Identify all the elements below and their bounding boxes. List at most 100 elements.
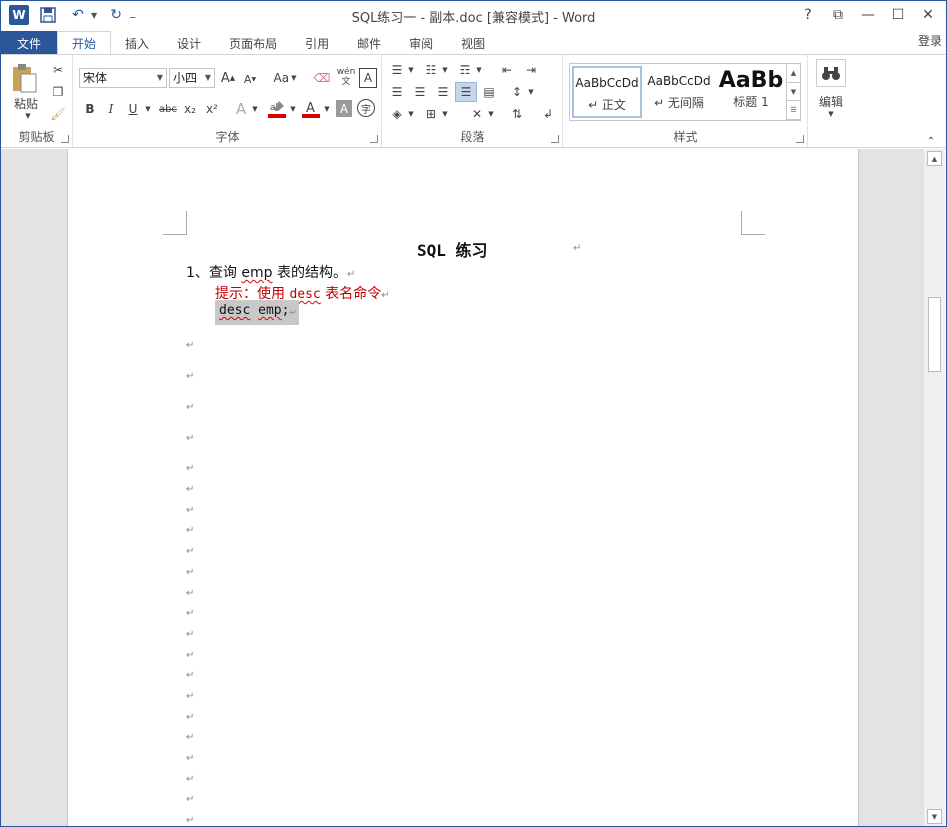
align-center-icon[interactable]: ☰: [410, 83, 430, 101]
font-color-icon[interactable]: A: [300, 98, 322, 120]
font-color-dropdown-icon[interactable]: ▼: [322, 99, 332, 119]
editing-dropdown-icon[interactable]: ▼: [826, 109, 836, 119]
justify-icon[interactable]: ☰: [455, 82, 477, 102]
format-painter-icon[interactable]: 🖌: [49, 105, 67, 123]
maximize-button[interactable]: ☐: [886, 4, 910, 26]
list-item-1[interactable]: 1、查询 emp 表的结构。↵: [186, 262, 355, 282]
bullets-icon[interactable]: ☰: [387, 61, 407, 79]
vertical-scrollbar[interactable]: ▲ ▼: [923, 149, 945, 826]
paragraph-mark: ↵: [186, 670, 195, 681]
style-normal-name: ↵ 正文: [588, 98, 626, 112]
tab-view[interactable]: 视图: [447, 31, 499, 55]
bold-button[interactable]: B: [81, 99, 99, 119]
font-name-combo[interactable]: 宋体 ▼: [79, 68, 167, 88]
gallery-up-icon[interactable]: ▲: [787, 64, 800, 83]
tab-insert[interactable]: 插入: [111, 31, 163, 55]
close-button[interactable]: ✕: [916, 4, 940, 26]
shading-icon[interactable]: ◈: [387, 105, 407, 123]
shrink-font-icon[interactable]: A ▼: [242, 70, 258, 88]
text-effects-icon[interactable]: A: [232, 99, 250, 119]
line-spacing-icon[interactable]: ↕: [507, 83, 527, 101]
multilevel-list-icon[interactable]: ☶: [455, 61, 475, 79]
paste-label[interactable]: 粘贴: [11, 95, 41, 111]
cut-icon[interactable]: ✂: [49, 61, 67, 79]
scroll-up-icon[interactable]: ▲: [927, 151, 942, 166]
show-formatting-icon[interactable]: ↲: [539, 105, 557, 123]
tab-mailings[interactable]: 邮件: [343, 31, 395, 55]
chevron-down-icon: ▼: [156, 73, 163, 82]
code-line[interactable]: desc emp;↵: [215, 300, 300, 325]
enclose-characters-icon[interactable]: 字: [357, 99, 375, 117]
change-case-button[interactable]: Aa ▼: [270, 68, 300, 88]
editing-label[interactable]: 编辑: [813, 93, 849, 109]
decrease-indent-icon[interactable]: ⇤: [497, 61, 517, 79]
paragraph-mark: ↵: [186, 463, 195, 474]
line-spacing-dropdown-icon[interactable]: ▼: [527, 85, 535, 99]
styles-launcher-icon[interactable]: [796, 135, 804, 143]
sign-in-link[interactable]: 登录: [918, 32, 942, 49]
scroll-down-icon[interactable]: ▼: [927, 809, 942, 824]
chinese-layout-icon[interactable]: ✕: [467, 105, 487, 123]
highlight-color-icon[interactable]: ab: [266, 98, 288, 120]
superscript-button[interactable]: x²: [202, 99, 222, 119]
scroll-thumb[interactable]: [928, 297, 941, 372]
highlight-dropdown-icon[interactable]: ▼: [288, 99, 298, 119]
binoculars-icon[interactable]: [816, 59, 846, 87]
align-left-icon[interactable]: ☰: [387, 83, 407, 101]
clear-formatting-icon[interactable]: ⌫: [312, 68, 332, 88]
style-no-spacing[interactable]: AaBbCcDd ↵ 无间隔: [644, 66, 714, 118]
minimize-button[interactable]: —: [856, 4, 880, 26]
gallery-more-icon[interactable]: ☰: [787, 101, 800, 121]
borders-dropdown-icon[interactable]: ▼: [441, 107, 449, 121]
gallery-down-icon[interactable]: ▼: [787, 83, 800, 102]
chevron-down-icon: ▼: [204, 73, 211, 82]
chinese-layout-dropdown-icon[interactable]: ▼: [487, 107, 495, 121]
clipboard-launcher-icon[interactable]: [61, 135, 69, 143]
paragraph-mark: ↵: [186, 753, 195, 764]
character-shading-icon[interactable]: A: [336, 100, 352, 117]
numbering-dropdown-icon[interactable]: ▼: [441, 63, 449, 77]
document-title[interactable]: SQL 练习: [417, 237, 488, 261]
shading-dropdown-icon[interactable]: ▼: [407, 107, 415, 121]
strikethrough-button[interactable]: abc: [157, 99, 179, 119]
align-right-icon[interactable]: ☰: [433, 83, 453, 101]
grow-font-icon[interactable]: A ▲: [220, 68, 236, 88]
font-group: 宋体 ▼ 小四 ▼ A ▲ A ▼ Aa ▼ ⌫ wén 文 A B I U ▼ abc x…: [74, 55, 382, 147]
tab-references[interactable]: 引用: [291, 31, 343, 55]
font-size-combo[interactable]: 小四 ▼: [169, 68, 215, 88]
phonetic-guide-icon[interactable]: wén 文: [335, 65, 357, 89]
italic-button[interactable]: I: [102, 99, 120, 119]
numbering-icon[interactable]: ☷: [421, 61, 441, 79]
list-item-text-c: 表的结构。: [272, 265, 347, 281]
distributed-icon[interactable]: ▤: [479, 83, 499, 101]
paragraph-launcher-icon[interactable]: [551, 135, 559, 143]
bullets-dropdown-icon[interactable]: ▼: [407, 63, 415, 77]
text-effects-dropdown-icon[interactable]: ▼: [250, 99, 260, 119]
paste-dropdown-icon[interactable]: ▼: [23, 111, 33, 121]
sort-icon[interactable]: ⇅: [507, 105, 527, 123]
style-normal[interactable]: AaBbCcDd ↵ 正文: [572, 66, 642, 118]
help-button[interactable]: ?: [796, 4, 820, 26]
font-launcher-icon[interactable]: [370, 135, 378, 143]
tab-page-layout[interactable]: 页面布局: [215, 31, 291, 55]
increase-indent-icon[interactable]: ⇥: [521, 61, 541, 79]
copy-icon[interactable]: ❐: [49, 83, 67, 101]
underline-button[interactable]: U: [124, 99, 142, 119]
paste-icon[interactable]: [9, 61, 39, 95]
document-page[interactable]: SQL 练习 ↵ 1、查询 emp 表的结构。↵ 提示：使用 desc 表名命令…: [67, 149, 859, 826]
tab-home[interactable]: 开始: [57, 31, 112, 55]
character-border-icon[interactable]: A: [359, 68, 377, 88]
multilevel-dropdown-icon[interactable]: ▼: [475, 63, 483, 77]
borders-icon[interactable]: ⊞: [421, 105, 441, 123]
list-item-text-emp: emp: [241, 265, 273, 281]
hint-text-c: 表名命令: [320, 286, 382, 302]
ribbon-display-options-button[interactable]: ⧉: [826, 4, 850, 26]
subscript-button[interactable]: x₂: [180, 99, 200, 119]
tab-review[interactable]: 审阅: [395, 31, 447, 55]
tab-file[interactable]: 文件: [1, 31, 58, 55]
underline-dropdown-icon[interactable]: ▼: [143, 99, 153, 119]
paragraph-mark: ↵: [186, 402, 195, 413]
collapse-ribbon-icon[interactable]: ⌃: [925, 135, 937, 147]
tab-design[interactable]: 设计: [163, 31, 215, 55]
style-heading-1[interactable]: AaBb 标题 1: [716, 66, 786, 118]
